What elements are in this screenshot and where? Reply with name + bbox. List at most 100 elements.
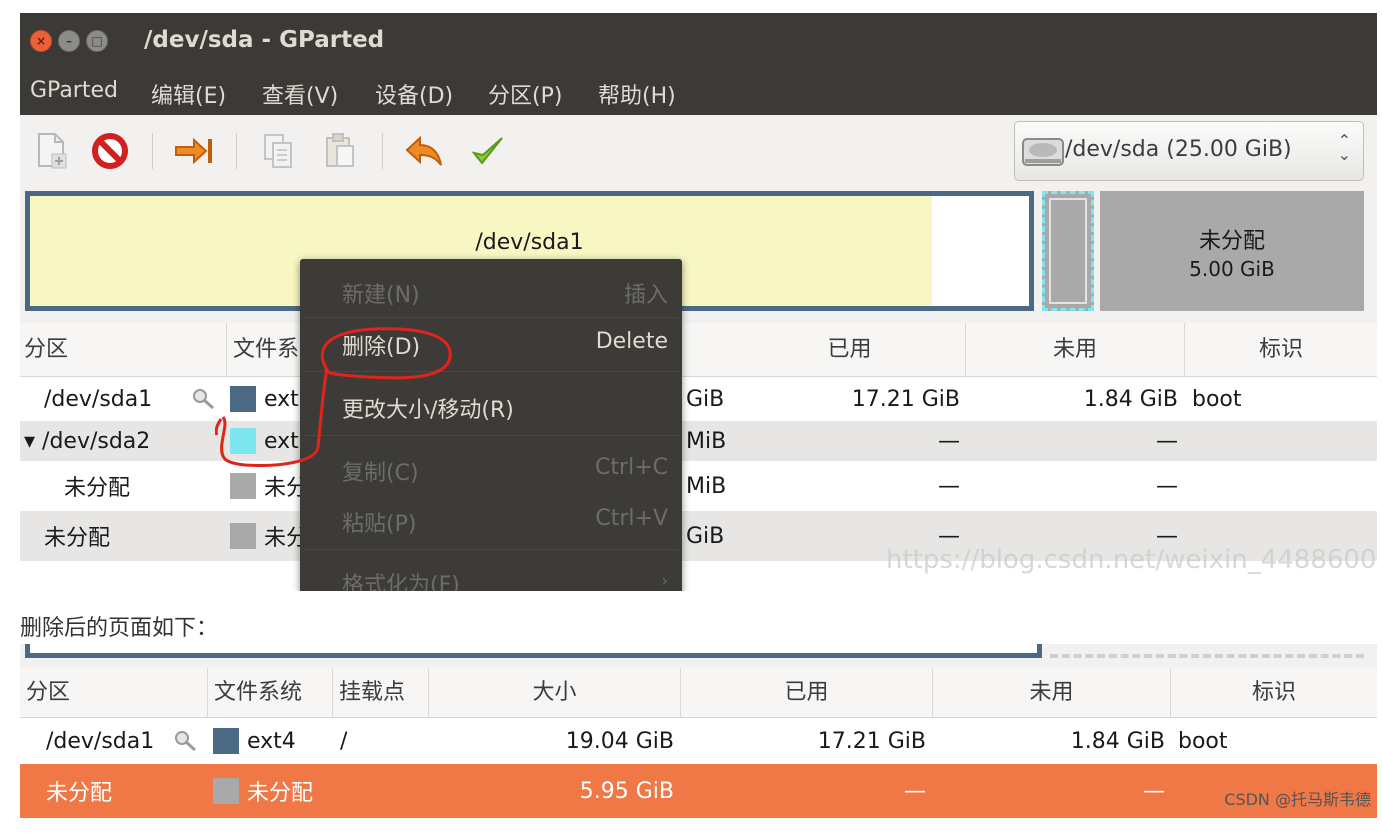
chevron-updown-icon: ⌃ ⌄ bbox=[1337, 131, 1351, 164]
menu-separator bbox=[304, 435, 678, 436]
partition-name: 未分配 bbox=[46, 781, 113, 806]
flags-cell: boot bbox=[1192, 386, 1242, 412]
filesystem-cell: 未分 bbox=[230, 461, 310, 511]
menu-view[interactable]: 查看(V) bbox=[262, 78, 338, 110]
column-header-unused[interactable]: 未用 bbox=[933, 668, 1171, 718]
filesystem-swatch bbox=[230, 386, 256, 412]
column-header-flags[interactable]: 标识 bbox=[1171, 668, 1377, 718]
undo-button[interactable] bbox=[404, 131, 444, 171]
filesystem-label: 未分配 bbox=[247, 781, 314, 806]
column-header-mountpoint[interactable]: 挂载点 bbox=[333, 668, 429, 718]
unused-cell: 1.84 GiB bbox=[1083, 386, 1178, 412]
menu-item-copy[interactable]: 复制(C) Ctrl+C bbox=[300, 447, 682, 491]
minimize-window-button[interactable]: – bbox=[58, 30, 80, 52]
used-cell: 17.21 GiB bbox=[851, 386, 960, 412]
minimize-icon: – bbox=[66, 34, 72, 48]
delete-icon bbox=[92, 133, 128, 169]
unused-cell: — bbox=[1156, 473, 1178, 499]
disk-icon bbox=[1022, 138, 1064, 166]
table-header: 分区 文件系 已用 未用 标识 bbox=[20, 323, 1377, 377]
menu-item-resize-move[interactable]: 更改大小/移动(R) bbox=[300, 384, 682, 428]
filesystem-swatch bbox=[213, 728, 239, 754]
table-row[interactable]: ▾ /dev/sda2 ext MiB — — bbox=[20, 421, 1377, 461]
menu-device[interactable]: 设备(D) bbox=[375, 78, 453, 110]
table-header: 分区 文件系统 挂载点 大小 已用 未用 标识 bbox=[20, 668, 1377, 718]
unused-cell: 1.84 GiB bbox=[1070, 728, 1165, 754]
menu-item-label: 删除(D) bbox=[342, 335, 421, 360]
delete-button[interactable] bbox=[90, 131, 130, 171]
menu-partition[interactable]: 分区(P) bbox=[488, 78, 562, 110]
resize-move-button[interactable] bbox=[174, 131, 214, 171]
table-row[interactable]: /dev/sda1 ext4 / 19.04 GiB 17.21 GiB 1.8… bbox=[20, 718, 1377, 764]
filesystem-label: ext bbox=[264, 428, 299, 454]
toolbar: /dev/sda (25.00 GiB) ⌃ ⌄ bbox=[20, 115, 1377, 187]
column-header-filesystem[interactable]: 文件系 bbox=[227, 323, 305, 377]
table-row[interactable]: 未分配 未分 MiB — — bbox=[20, 461, 1377, 511]
partition-name: /dev/sda1 bbox=[44, 386, 153, 412]
copy-icon bbox=[264, 134, 292, 168]
column-header-size[interactable]: 大小 bbox=[429, 668, 681, 718]
size-cell: GiB bbox=[686, 386, 725, 412]
filesystem-swatch bbox=[230, 523, 256, 549]
close-icon: × bbox=[35, 34, 47, 48]
menu-item-label: 粘贴(P) bbox=[342, 512, 417, 537]
menu-help[interactable]: 帮助(H) bbox=[598, 78, 676, 110]
partition-name: 未分配 bbox=[64, 476, 131, 501]
close-window-button[interactable]: × bbox=[30, 30, 52, 52]
new-partition-icon bbox=[38, 133, 67, 169]
column-header-partition[interactable]: 分区 bbox=[20, 323, 227, 377]
menu-separator bbox=[304, 317, 678, 318]
column-header-unused[interactable]: 未用 bbox=[966, 323, 1185, 377]
filesystem-cell: 未分配 bbox=[213, 764, 331, 818]
copy-button[interactable] bbox=[258, 131, 298, 171]
mountpoint-cell: / bbox=[340, 728, 348, 754]
device-selector[interactable]: /dev/sda (25.00 GiB) ⌃ ⌄ bbox=[1014, 121, 1364, 181]
unused-cell: — bbox=[1156, 428, 1178, 454]
flags-cell: boot bbox=[1178, 728, 1228, 754]
column-header-used[interactable]: 已用 bbox=[734, 323, 966, 377]
disk-map-partition-sda2[interactable] bbox=[1042, 191, 1094, 311]
paste-icon bbox=[326, 133, 354, 167]
apply-button[interactable] bbox=[468, 131, 508, 171]
filesystem-cell: ext bbox=[230, 421, 310, 461]
filesystem-cell: ext bbox=[230, 377, 310, 421]
disk-map-partition-sda1[interactable] bbox=[25, 644, 1042, 658]
gparted-window-after: 分区 文件系统 挂载点 大小 已用 未用 标识 /dev/sda1 ext4 /… bbox=[20, 644, 1377, 818]
menu-item-format[interactable]: 格式化为(F) › bbox=[300, 559, 682, 591]
menu-item-label: 格式化为(F) bbox=[342, 573, 460, 591]
column-header-used[interactable]: 已用 bbox=[681, 668, 933, 718]
disk-map-partition-label: /dev/sda1 bbox=[475, 230, 584, 255]
filesystem-label: ext4 bbox=[247, 728, 296, 754]
new-partition-button[interactable] bbox=[32, 131, 72, 171]
caption-text: 删除后的页面如下： bbox=[20, 616, 219, 641]
size-cell: 5.95 GiB bbox=[579, 778, 674, 804]
menu-edit[interactable]: 编辑(E) bbox=[151, 78, 226, 110]
toolbar-separator bbox=[382, 133, 383, 169]
menu-bar: GParted 编辑(E) 查看(V) 设备(D) 分区(P) 帮助(H) bbox=[20, 71, 1377, 115]
menu-gparted[interactable]: GParted bbox=[30, 78, 118, 103]
menu-item-delete[interactable]: 删除(D) Delete bbox=[300, 321, 682, 365]
table-row[interactable]: /dev/sda1 ext GiB 17.21 GiB 1.84 GiB boo… bbox=[20, 377, 1377, 421]
paste-button[interactable] bbox=[320, 131, 360, 171]
size-cell: 19.04 GiB bbox=[565, 728, 674, 754]
disk-map-unallocated[interactable]: 未分配 5.00 GiB bbox=[1100, 191, 1364, 311]
menu-item-accel: 插入 bbox=[623, 283, 668, 308]
unused-cell: — bbox=[1143, 778, 1165, 804]
filesystem-label: ext bbox=[264, 386, 299, 412]
apply-icon bbox=[471, 137, 503, 165]
submenu-arrow-icon: › bbox=[661, 571, 668, 590]
column-header-partition[interactable]: 分区 bbox=[20, 668, 208, 718]
column-header-flags[interactable]: 标识 bbox=[1185, 323, 1377, 377]
column-header-filesystem[interactable]: 文件系统 bbox=[208, 668, 333, 718]
toolbar-separator bbox=[152, 133, 153, 169]
menu-item-accel: Ctrl+V bbox=[595, 506, 668, 531]
disk-map-unallocated[interactable] bbox=[1050, 644, 1364, 658]
apply-resize-icon bbox=[175, 137, 212, 165]
table-row-selected[interactable]: 未分配 未分配 5.95 GiB — — bbox=[20, 764, 1377, 818]
menu-item-new[interactable]: 新建(N) 插入 bbox=[300, 269, 682, 313]
maximize-icon: □ bbox=[91, 34, 103, 48]
maximize-window-button[interactable]: □ bbox=[86, 30, 108, 52]
menu-item-label: 复制(C) bbox=[342, 461, 419, 486]
menu-item-paste[interactable]: 粘贴(P) Ctrl+V bbox=[300, 498, 682, 542]
undo-icon bbox=[405, 135, 442, 166]
